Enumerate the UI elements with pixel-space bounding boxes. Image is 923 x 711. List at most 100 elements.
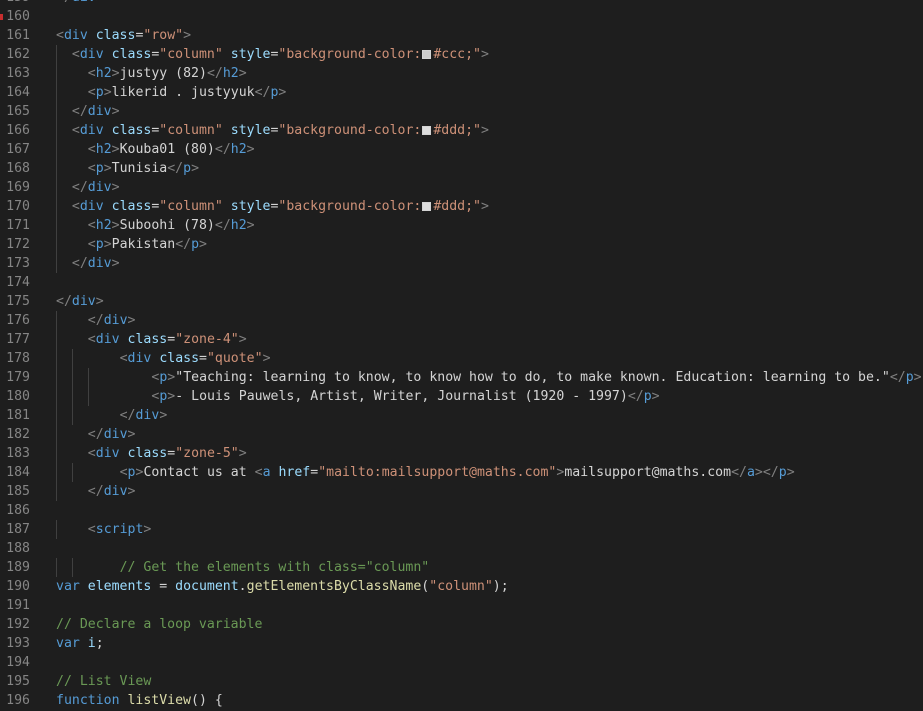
code-line[interactable]: 173 </div> xyxy=(0,254,923,273)
token-tag: div xyxy=(87,256,112,271)
token-attr: style xyxy=(230,199,271,214)
line-code: var i; xyxy=(56,634,104,653)
indent-guide xyxy=(56,102,57,121)
code-line[interactable]: 179 <p>"Teaching: learning to know, to kn… xyxy=(0,368,923,387)
token-str: #ddd;" xyxy=(433,123,481,138)
code-line[interactable]: 170 <div class="column" style="background… xyxy=(0,197,923,216)
line-number: 173 xyxy=(6,256,30,271)
code-line[interactable]: 168 <p>Tunisia</p> xyxy=(0,159,923,178)
token-tag: div xyxy=(79,199,104,214)
token-tag: div xyxy=(95,446,120,461)
token-punct: </ xyxy=(56,294,72,309)
token-punct: </ xyxy=(87,484,104,499)
line-number: 160 xyxy=(6,9,30,24)
code-line[interactable]: 172 <p>Pakistan</p> xyxy=(0,235,923,254)
line-number: 172 xyxy=(6,237,30,252)
token-str: "mailto:mailsupport@maths.com" xyxy=(318,465,557,480)
indent-guide xyxy=(56,444,57,463)
line-number: 161 xyxy=(6,28,30,43)
code-line[interactable]: 165 </div> xyxy=(0,102,923,121)
code-line[interactable]: 189 // Get the elements with class="colum… xyxy=(0,558,923,577)
token-punct: > xyxy=(111,104,120,119)
code-line[interactable]: 177 <div class="zone-4"> xyxy=(0,330,923,349)
line-code: <p>likerid . justyyuk</p> xyxy=(88,83,287,102)
token-attr: class xyxy=(111,123,152,138)
code-line[interactable]: 159 </div> xyxy=(0,0,923,7)
code-line[interactable]: 182 </div> xyxy=(0,425,923,444)
code-line[interactable]: 164 <p>likerid . justyyuk</p> xyxy=(0,83,923,102)
line-number: 168 xyxy=(6,161,30,176)
code-line[interactable]: 194 xyxy=(0,653,923,672)
token-text: Contact us at xyxy=(143,465,255,480)
line-code: // List View xyxy=(56,672,151,691)
code-line[interactable]: 178 <div class="quote"> xyxy=(0,349,923,368)
indent-guide xyxy=(56,482,57,501)
code-line[interactable]: 175 </div> xyxy=(0,292,923,311)
code-line[interactable]: 176 </div> xyxy=(0,311,923,330)
line-code: </div> xyxy=(120,406,168,425)
token-punct: > xyxy=(191,161,200,176)
token-punct: > xyxy=(111,256,120,271)
token-tag: div xyxy=(72,0,96,5)
line-code: <div class="zone-5"> xyxy=(88,444,247,463)
code-line[interactable]: 190 var elements = document.getElementsBy… xyxy=(0,577,923,596)
code-line[interactable]: 188 xyxy=(0,539,923,558)
token-str: "background-color: xyxy=(278,47,422,62)
code-line[interactable]: 163 <h2>justyy (82)</h2> xyxy=(0,64,923,83)
code-line[interactable]: 167 <h2>Kouba01 (80)</h2> xyxy=(0,140,923,159)
token-tag: p xyxy=(643,389,652,404)
indent-guide xyxy=(71,406,73,425)
token-var: elements xyxy=(87,579,152,594)
code-line[interactable]: 192 // Declare a loop variable xyxy=(0,615,923,634)
token-text: - Louis Pauwels, Artist, Writer, Journal… xyxy=(175,389,628,404)
code-line[interactable]: 187 <script> xyxy=(0,520,923,539)
code-line[interactable]: 185 </div> xyxy=(0,482,923,501)
token-punct: </ xyxy=(254,85,271,100)
indent-guide xyxy=(56,406,57,425)
code-line[interactable]: 160 xyxy=(0,7,923,26)
code-line[interactable]: 161 <div class="row"> xyxy=(0,26,923,45)
line-number: 195 xyxy=(6,674,30,689)
token-tag: div xyxy=(87,180,112,195)
code-line[interactable]: 196 function listView() { xyxy=(0,691,923,710)
line-code: </div> xyxy=(88,482,136,501)
token-punct: > xyxy=(246,218,255,233)
code-line[interactable]: 169 </div> xyxy=(0,178,923,197)
code-line[interactable]: 191 xyxy=(0,596,923,615)
token-tag: p xyxy=(778,465,787,480)
token-text: = xyxy=(167,446,176,461)
token-punct: > xyxy=(183,28,192,43)
line-number: 176 xyxy=(6,313,30,328)
token-punct: </ xyxy=(214,142,231,157)
code-line[interactable]: 174 xyxy=(0,273,923,292)
token-punct: ></ xyxy=(754,465,779,480)
token-tag: p xyxy=(95,237,104,252)
token-text: = xyxy=(310,465,319,480)
indent-guide xyxy=(56,558,57,577)
code-line[interactable]: 180 <p>- Louis Pauwels, Artist, Writer, J… xyxy=(0,387,923,406)
line-number: 189 xyxy=(6,560,30,575)
token-punct: > xyxy=(96,0,104,5)
token-text: . xyxy=(238,579,247,594)
token-tag: h2 xyxy=(95,218,112,233)
code-line[interactable]: 186 xyxy=(0,501,923,520)
token-str: "column" xyxy=(159,123,223,138)
line-code: <div class="zone-4"> xyxy=(88,330,247,349)
code-line[interactable]: 166 <div class="column" style="background… xyxy=(0,121,923,140)
line-code: <p>- Louis Pauwels, Artist, Writer, Jour… xyxy=(151,387,659,406)
code-line[interactable]: 193 var i; xyxy=(0,634,923,653)
code-editor[interactable]: 159</div> 160 161<div class="row">162<div … xyxy=(0,0,923,710)
token-tag: div xyxy=(103,427,128,442)
code-line[interactable]: 171 <h2>Suboohi (78)</h2> xyxy=(0,216,923,235)
code-line[interactable]: 181 </div> xyxy=(0,406,923,425)
code-line[interactable]: 183 <div class="zone-5"> xyxy=(0,444,923,463)
line-number: 188 xyxy=(6,541,30,556)
code-line[interactable]: 195 // List View xyxy=(0,672,923,691)
code-line[interactable]: 162 <div class="column" style="background… xyxy=(0,45,923,64)
token-str: "zone-4" xyxy=(175,332,239,347)
code-line[interactable]: 184 <p>Contact us at <a href="mailto:mail… xyxy=(0,463,923,482)
token-text: = xyxy=(167,332,176,347)
token-fn: getElementsByClassName xyxy=(246,579,422,594)
